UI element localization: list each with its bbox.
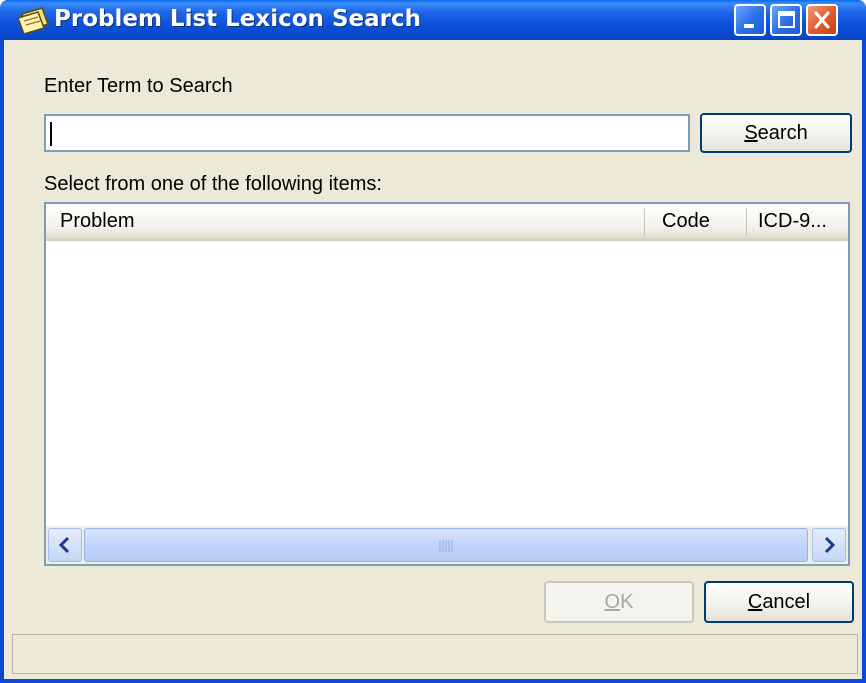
minimize-icon — [744, 24, 754, 28]
column-divider[interactable] — [746, 208, 747, 236]
close-icon — [814, 11, 830, 29]
column-divider[interactable] — [644, 208, 645, 236]
lexicon-search-window: Problem List Lexicon Search Enter Term t… — [0, 0, 866, 683]
results-label: Select from one of the following items: — [44, 173, 382, 195]
column-header-icd9[interactable]: ICD-9... — [758, 204, 848, 238]
chevron-right-icon — [824, 536, 836, 554]
search-button-accel: S — [744, 122, 758, 144]
text-caret — [50, 122, 52, 146]
search-term-label: Enter Term to Search — [44, 75, 233, 97]
cancel-button-accel: C — [747, 591, 763, 613]
title-bar[interactable]: Problem List Lexicon Search — [0, 0, 866, 40]
horizontal-scrollbar[interactable] — [46, 526, 848, 564]
search-button[interactable]: Search — [700, 113, 852, 153]
grip-icon — [439, 540, 453, 552]
maximize-button[interactable] — [770, 4, 802, 36]
maximize-icon — [778, 11, 795, 28]
ok-button[interactable]: OK — [544, 581, 694, 623]
status-bar — [12, 634, 858, 674]
ok-button-label: K — [620, 591, 634, 613]
cancel-button[interactable]: Cancel — [704, 581, 854, 623]
minimize-button[interactable] — [734, 4, 766, 36]
cancel-button-label: ancel — [762, 591, 811, 613]
close-button[interactable] — [806, 4, 838, 36]
scroll-right-button[interactable] — [812, 528, 846, 562]
results-list[interactable]: Problem Code ICD-9... — [44, 202, 850, 566]
column-header-code[interactable]: Code — [662, 204, 742, 238]
ok-button-accel: O — [604, 591, 621, 613]
window-title: Problem List Lexicon Search — [54, 6, 421, 32]
notepad-icon — [17, 7, 49, 34]
scroll-left-button[interactable] — [48, 528, 82, 562]
search-button-label: earch — [757, 122, 808, 144]
chevron-left-icon — [58, 536, 70, 554]
scroll-thumb[interactable] — [84, 528, 808, 562]
column-header-problem[interactable]: Problem — [60, 204, 630, 238]
search-input[interactable] — [44, 114, 690, 152]
results-header: Problem Code ICD-9... — [46, 204, 848, 241]
